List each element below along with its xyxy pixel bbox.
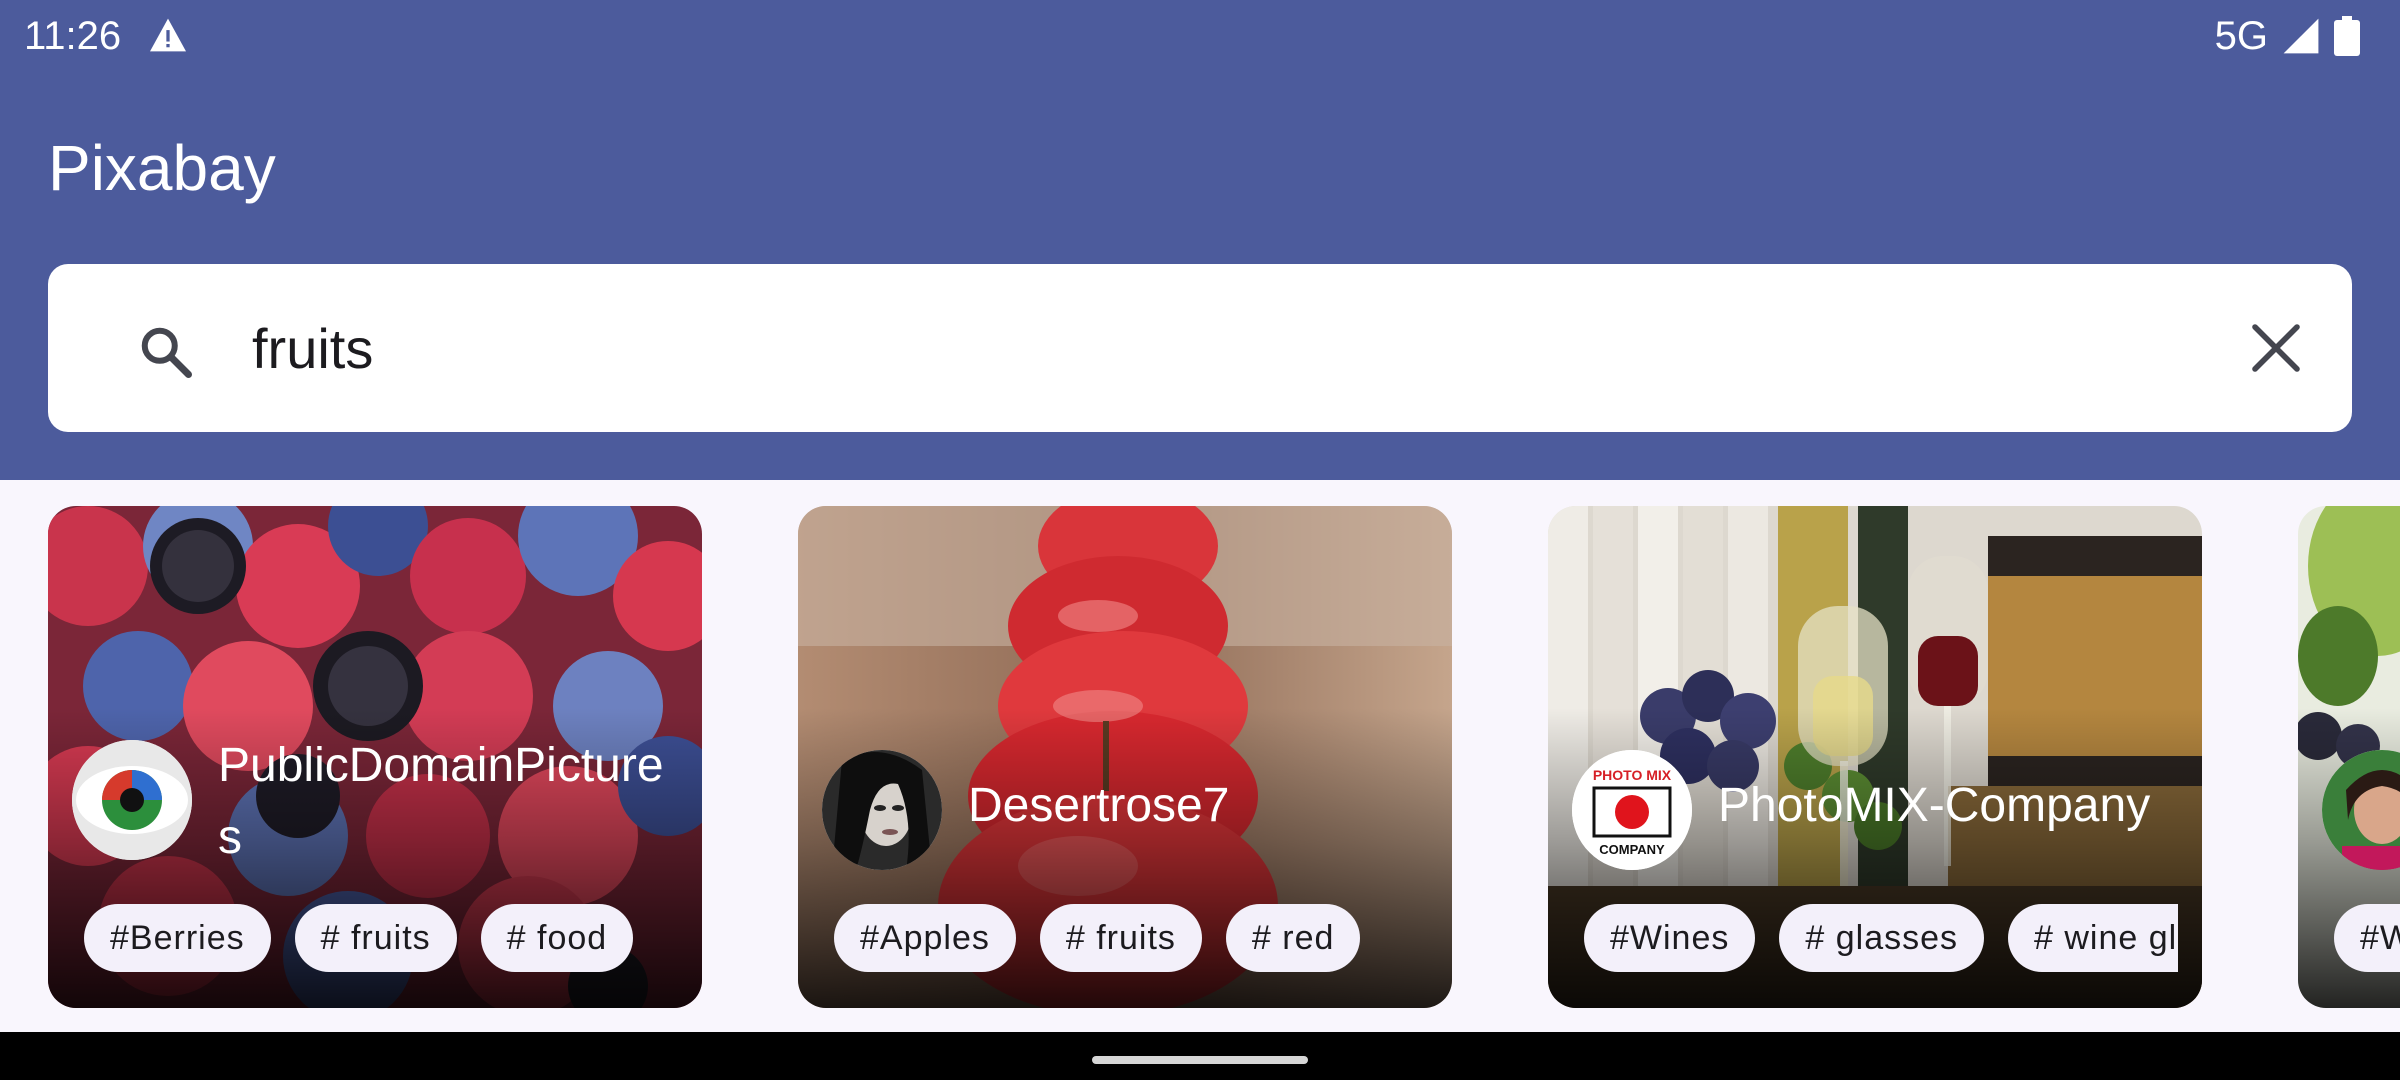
tag-chip[interactable]: # fruits [1039, 904, 1202, 972]
search-box[interactable] [48, 264, 2352, 432]
signal-icon [2283, 18, 2319, 54]
photomix-logo-avatar: PHOTO MIX COMPANY [1572, 750, 1692, 870]
image-gallery[interactable]: PublicDomainPictures #Berries # fruits #… [0, 480, 2400, 1032]
status-time: 11:26 [24, 14, 122, 58]
tag-chip[interactable]: # glasses [1779, 904, 1985, 972]
author-avatar[interactable] [822, 750, 942, 870]
tag-chip[interactable]: # fruits [294, 904, 457, 972]
tag-chip[interactable]: # wine glasses [2008, 904, 2178, 972]
status-indicators: 5G [2215, 12, 2360, 60]
app-title: Pixabay [48, 132, 276, 204]
tag-chip[interactable]: #Apples [834, 904, 1016, 972]
image-card-apples[interactable]: Desertrose7 #Apples # fruits # red [798, 506, 1452, 1008]
battery-icon [2334, 16, 2360, 56]
author-name: PublicDomainPictures [218, 739, 664, 864]
portrait-avatar-image [822, 750, 942, 870]
search-icon[interactable] [136, 322, 196, 382]
close-icon[interactable] [2248, 320, 2304, 376]
home-gesture-handle[interactable] [1092, 1056, 1308, 1064]
tag-chip[interactable]: #Berries [84, 904, 271, 972]
tag-list: #W [2334, 904, 2400, 972]
author-avatar[interactable] [72, 740, 192, 860]
image-card-partial[interactable]: #W [2298, 506, 2400, 1008]
author-name: PhotoMIX-Company [1718, 779, 2151, 832]
navigation-bar [0, 1032, 2400, 1080]
tag-list: #Apples # fruits # red [834, 904, 1428, 972]
search-input[interactable] [252, 304, 2152, 392]
svg-text:COMPANY: COMPANY [1599, 842, 1665, 857]
image-card-berries[interactable]: PublicDomainPictures #Berries # fruits #… [48, 506, 702, 1008]
tag-chip[interactable]: # red [1225, 904, 1361, 972]
tag-chip[interactable]: #W [2334, 904, 2400, 972]
status-bar: 11:26 5G [0, 0, 2400, 72]
warning-icon [150, 18, 186, 52]
eye-avatar-image [72, 740, 192, 860]
network-type: 5G [2214, 14, 2268, 58]
author-avatar[interactable]: PHOTO MIX COMPANY [1572, 750, 1692, 870]
author-name: Desertrose7 [968, 779, 1230, 832]
tag-list: #Wines # glasses # wine glasses [1584, 904, 2178, 972]
app-bar: Pixabay [0, 72, 2400, 480]
tag-chip[interactable]: #Wines [1584, 904, 1756, 972]
tag-chip[interactable]: # food [480, 904, 634, 972]
tag-list: #Berries # fruits # food [84, 904, 678, 972]
image-card-wines[interactable]: PHOTO MIX COMPANY PhotoMIX-Company #Wine… [1548, 506, 2202, 1008]
svg-text:PHOTO MIX: PHOTO MIX [1593, 767, 1672, 783]
